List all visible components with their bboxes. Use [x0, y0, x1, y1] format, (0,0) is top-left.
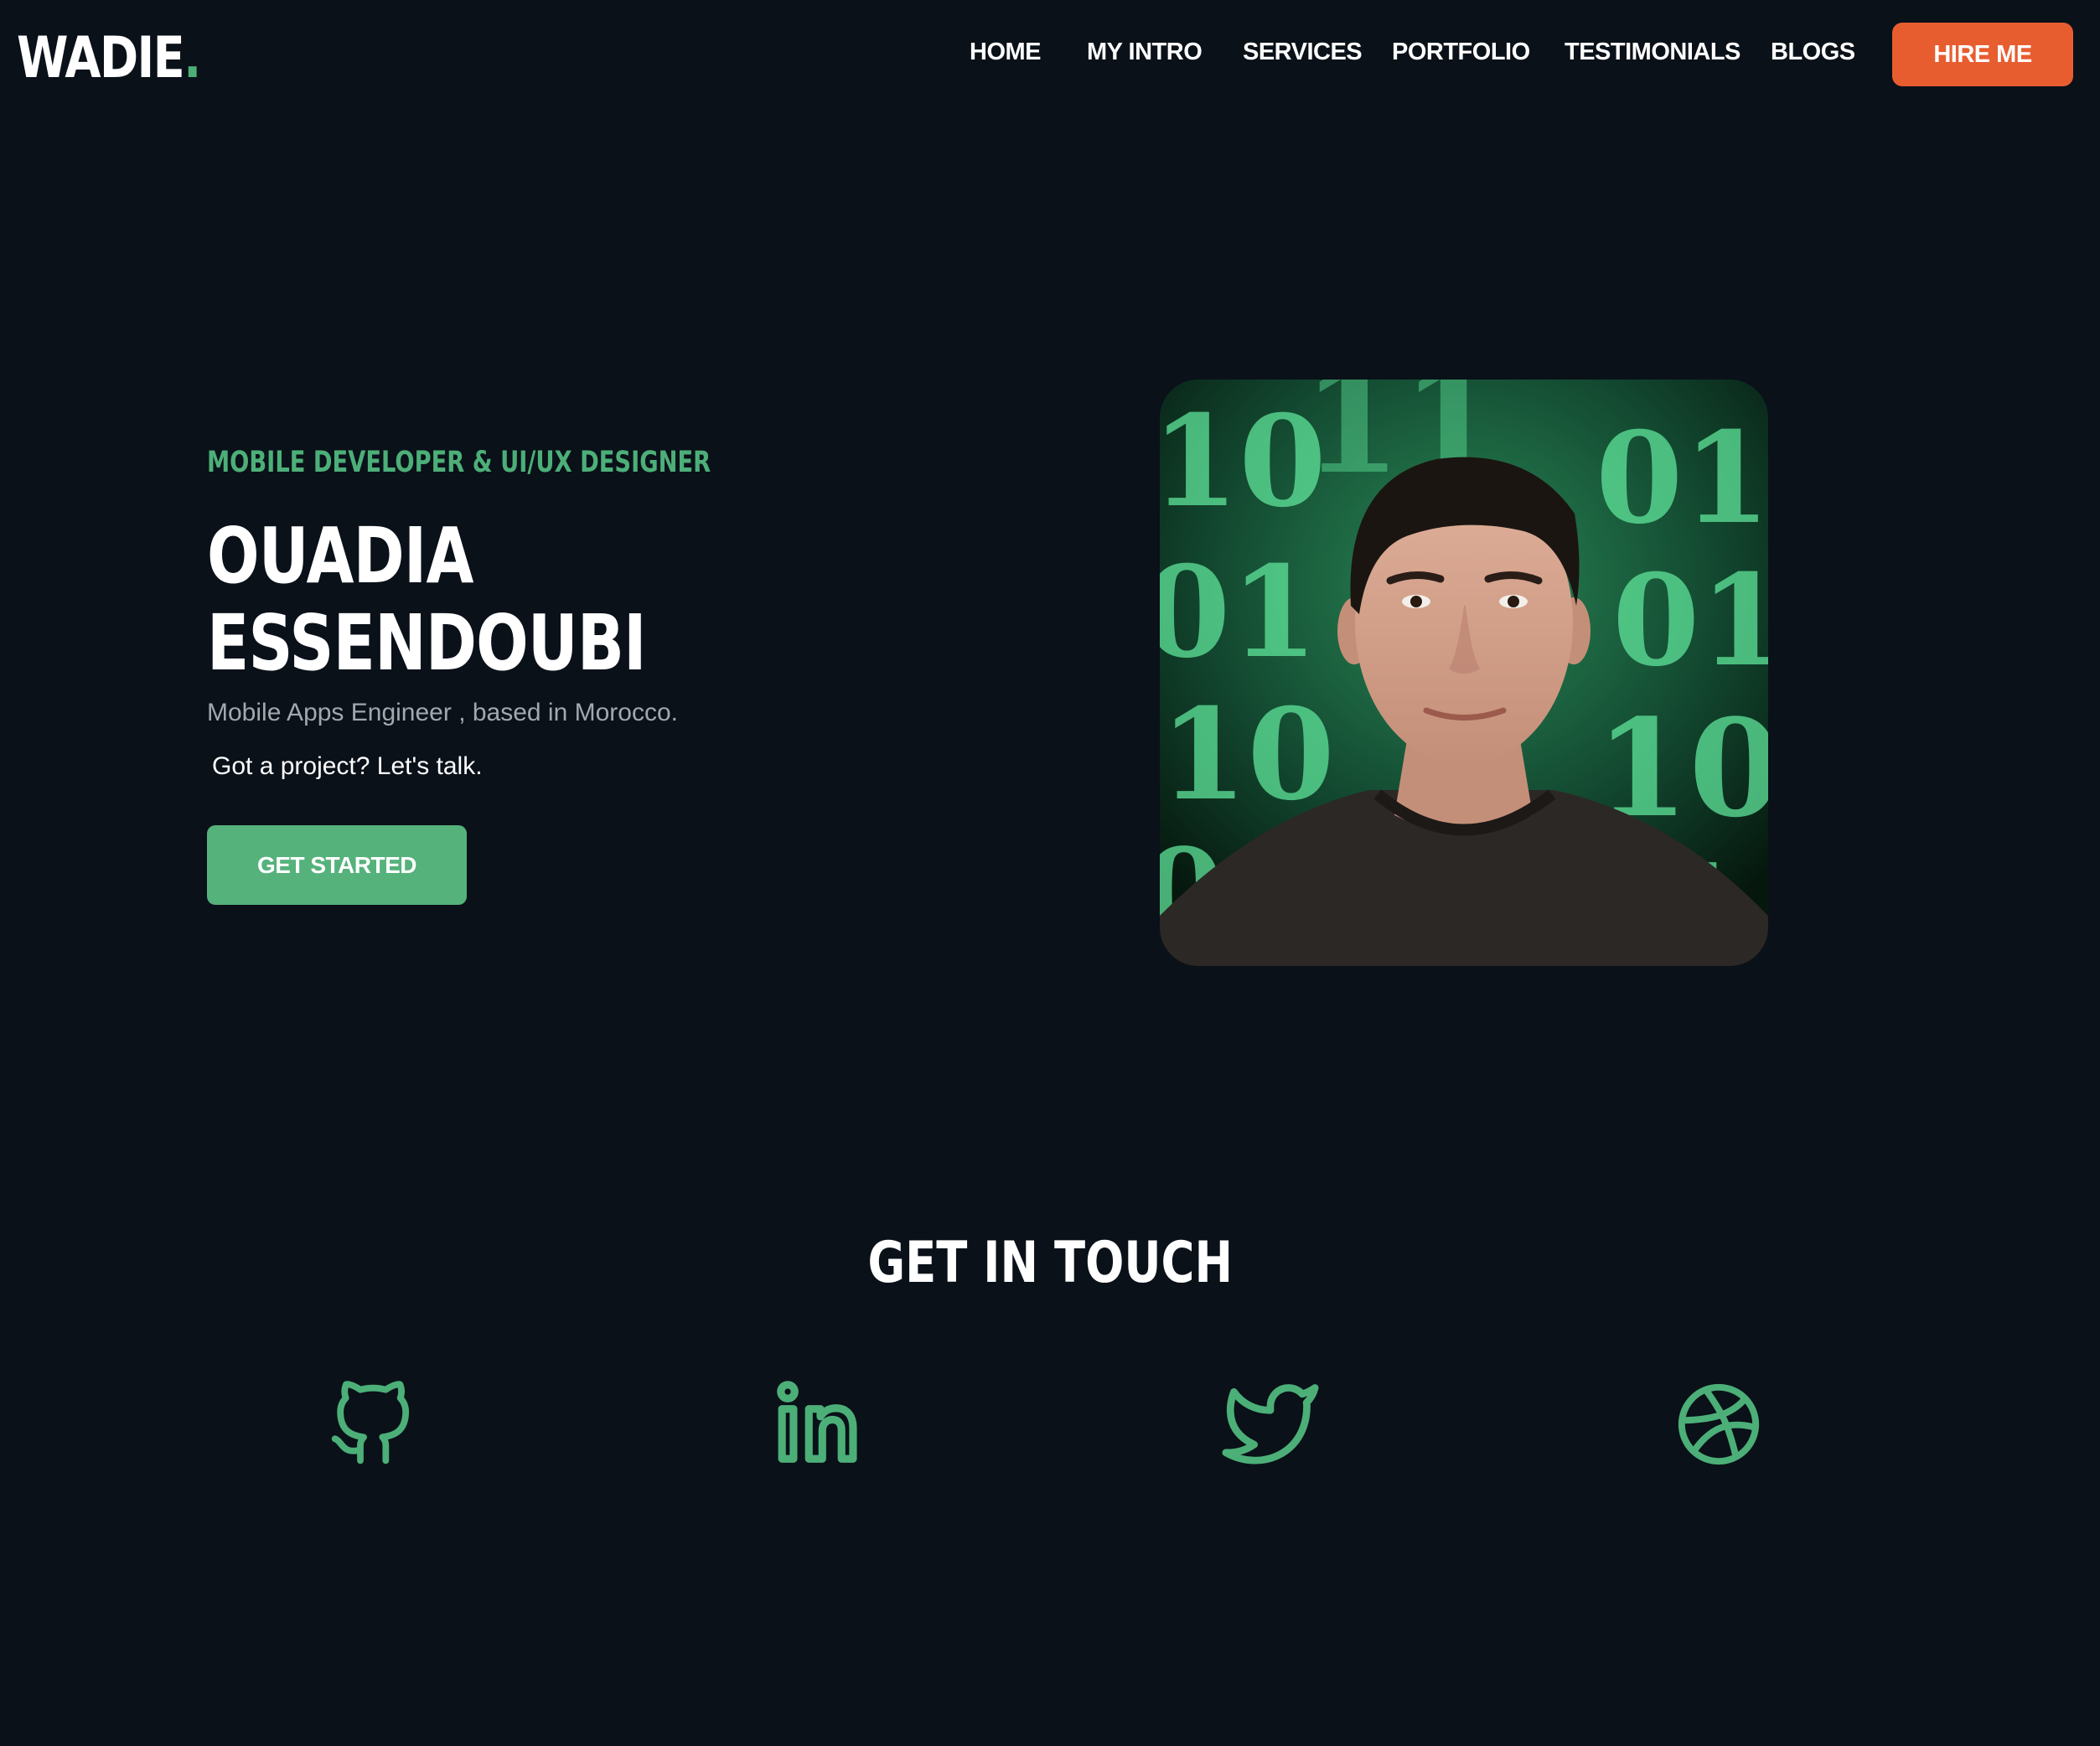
page: WADIE. HOME MY INTRO SERVICES PORTFOLIO …: [0, 0, 2100, 1746]
twitter-icon: [1222, 1384, 1319, 1464]
hero-name-line2: ESSENDOUBI: [207, 598, 647, 688]
linkedin-link[interactable]: [770, 1374, 871, 1475]
svg-text:01: 01: [1612, 547, 1768, 695]
github-link[interactable]: [321, 1374, 422, 1475]
portrait-illustration: 10 11 011 01 01 10 10 01 1: [1160, 380, 1768, 966]
main-nav: HOME MY INTRO SERVICES PORTFOLIO TESTIMO…: [0, 39, 2100, 72]
twitter-link[interactable]: [1220, 1374, 1321, 1475]
linkedin-icon: [777, 1381, 857, 1463]
nav-portfolio[interactable]: PORTFOLIO: [1392, 39, 1530, 66]
hero-name-line1: OUADIA: [207, 511, 473, 601]
nav-testimonials[interactable]: TESTIMONIALS: [1565, 39, 1741, 66]
svg-text:10: 10: [1160, 681, 1335, 829]
get-in-touch-text: GET IN TOUCH: [867, 1230, 1233, 1296]
hero-cta-text: Got a project? Let's talk.: [212, 752, 483, 780]
github-icon: [331, 1381, 410, 1464]
dribbble-link[interactable]: [1668, 1374, 1769, 1475]
hero-name: OUADIA ESSENDOUBI: [207, 511, 647, 688]
nav-my-intro[interactable]: MY INTRO: [1087, 39, 1203, 66]
get-started-button[interactable]: GET STARTED: [207, 825, 467, 905]
get-in-touch-title: GET IN TOUCH: [0, 1230, 2100, 1296]
dribbble-icon: [1678, 1383, 1760, 1465]
nav-blogs[interactable]: BLOGS: [1771, 39, 1855, 66]
portrait-photo: 10 11 011 01 01 10 10 01 1: [1160, 380, 1768, 966]
hire-me-button[interactable]: HIRE ME: [1892, 23, 2073, 86]
nav-services[interactable]: SERVICES: [1243, 39, 1363, 66]
svg-text:011: 011: [1596, 405, 1768, 552]
hero-eyebrow: MOBILE DEVELOPER & UI/UX DESIGNER: [207, 446, 711, 479]
svg-text:01: 01: [1160, 539, 1318, 686]
svg-text:10: 10: [1160, 388, 1327, 535]
nav-home[interactable]: HOME: [970, 39, 1042, 66]
hero-subtitle: Mobile Apps Engineer , based in Morocco.: [207, 699, 678, 726]
